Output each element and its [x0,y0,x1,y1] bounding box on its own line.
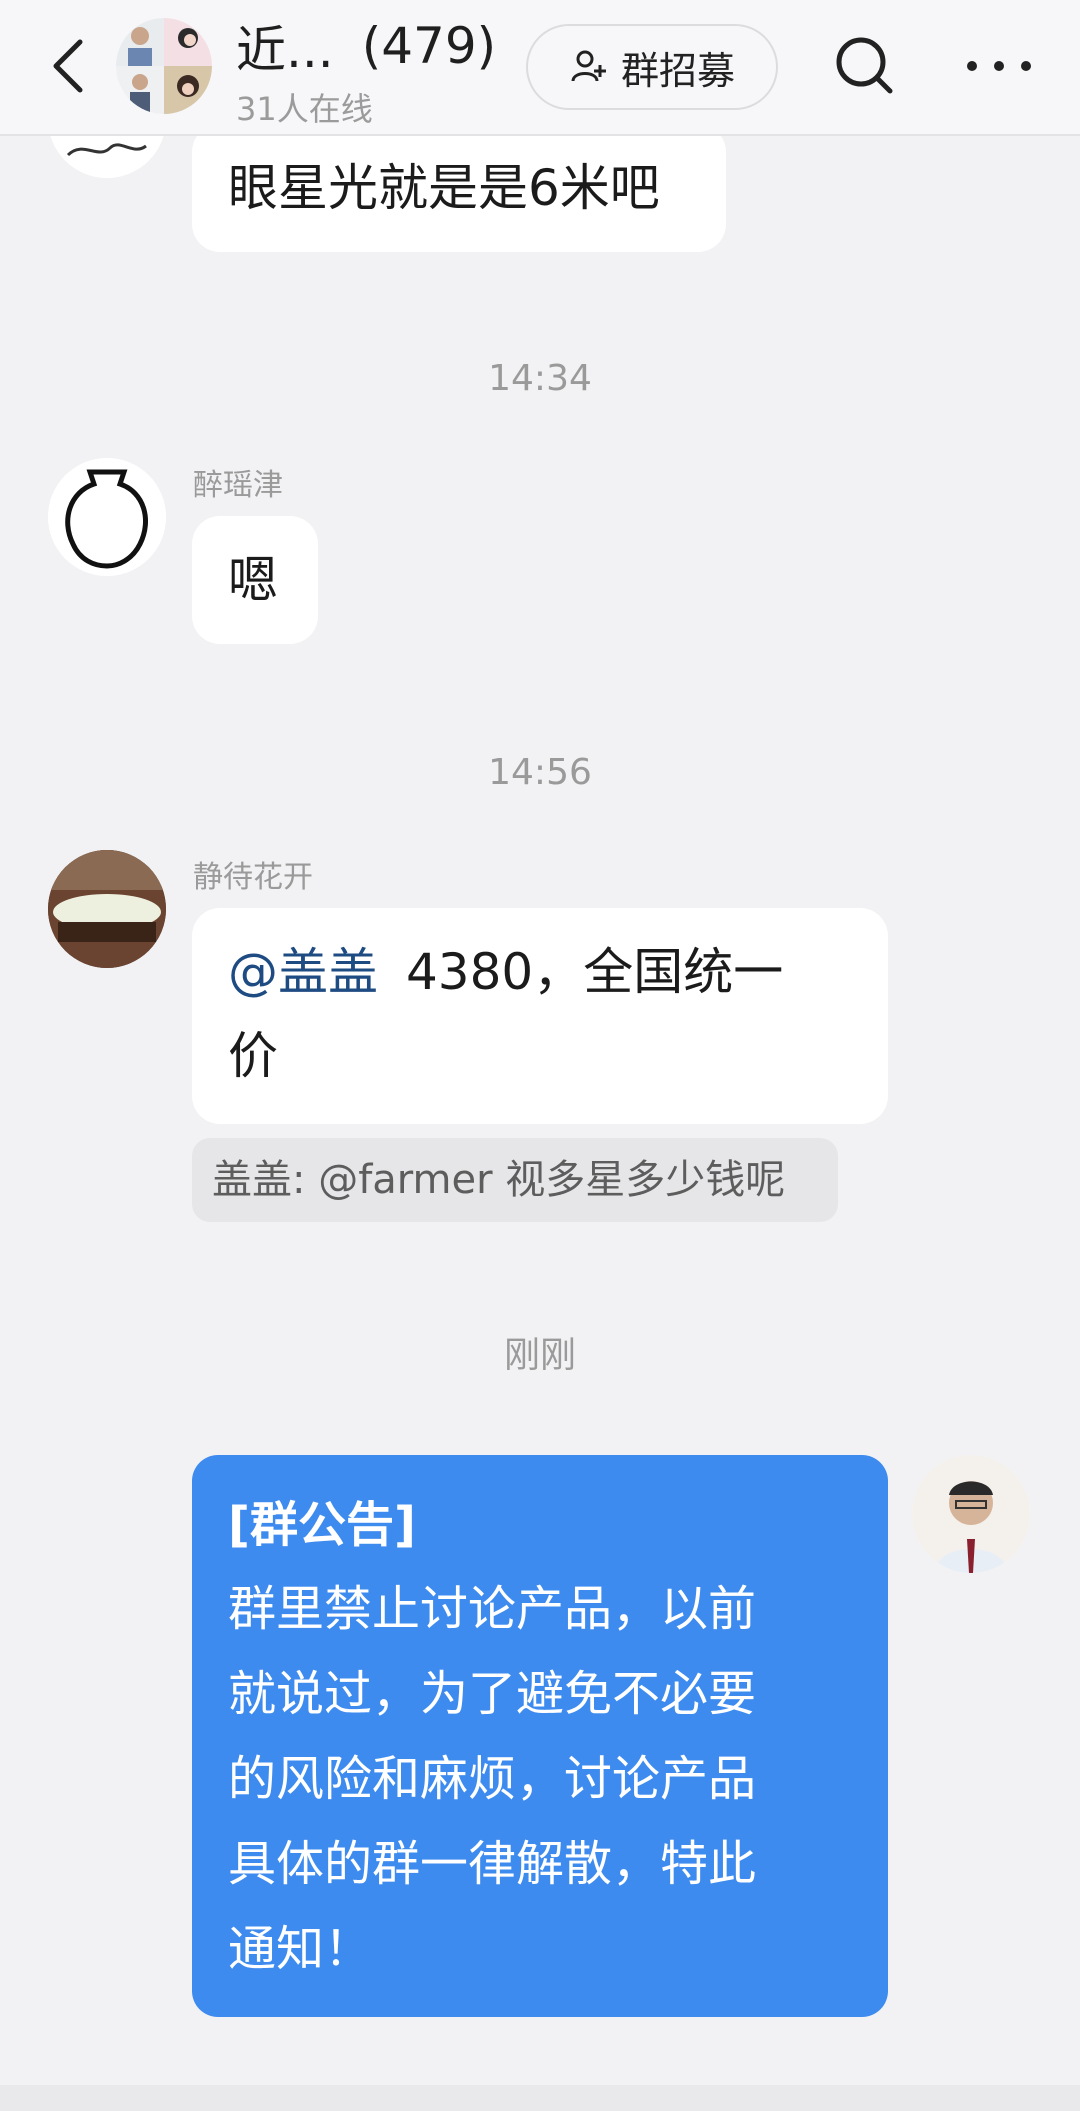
announcement-bubble[interactable]: [群公告] 群里禁止讨论产品，以前 就说过，为了避免不必要 的风险和麻烦，讨论产… [192,1455,888,2017]
avatar-tile-man [116,18,164,66]
message-text: 眼星光就是是6米吧 [228,159,660,217]
message-bubble[interactable]: 嗯 [192,516,318,644]
quoted-reply[interactable]: 盖盖: @farmer 视多星多少钱呢 [192,1138,838,1222]
group-recruit-button[interactable]: 群招募 [526,24,778,110]
search-icon [836,37,893,94]
sender-avatar[interactable] [48,458,166,576]
online-status: 31人在线 [236,90,373,128]
message-text: 嗯 [228,551,278,609]
group-avatar[interactable] [116,18,212,114]
avatar-tile-girl [164,18,212,66]
quoted-text: 盖盖: @farmer 视多星多少钱呢 [212,1157,786,1203]
timestamp: 14:34 [488,358,592,399]
chat-header: 近... (479) 31人在线 群招募 [0,0,1080,136]
message-bubble[interactable]: @盖盖 4380，全国统一 价 [192,908,888,1124]
back-button[interactable] [40,30,100,102]
person-avatar-icon [912,1455,1030,1573]
dish-avatar-icon [48,850,166,968]
message-line: 价 [228,1027,278,1085]
announcement-line: 具体的群一律解散，特此 [228,1836,757,1892]
group-recruit-label: 群招募 [620,48,735,93]
group-title[interactable]: 近... (479) [236,16,497,79]
vase-avatar-icon [48,458,166,576]
sender-avatar[interactable] [48,850,166,968]
more-horizontal-icon [967,61,1031,71]
add-person-icon [571,50,606,82]
my-avatar[interactable] [912,1455,1030,1573]
search-button[interactable] [830,30,900,102]
avatar-tile-man-2 [116,66,164,114]
announcement-line: 群里禁止讨论产品，以前 [228,1581,757,1637]
more-options-button[interactable] [962,30,1036,102]
timestamp: 刚刚 [503,1335,576,1376]
sender-name: 醉瑶津 [193,468,283,503]
avatar-tile-woman [164,66,212,114]
sender-name: 静待花开 [193,860,313,895]
member-count: (479) [361,17,497,75]
announcement-line: 通知！ [228,1921,373,1977]
message-text: 4380，全国统一 [406,943,784,1001]
message-bubble[interactable]: 眼星光就是是6米吧 [192,124,726,252]
timestamp: 14:56 [488,752,592,793]
input-area-edge [0,2085,1080,2111]
group-name: 近... [236,21,334,79]
announcement-title: [群公告] [228,1497,416,1553]
announcement-line: 的风险和麻烦，讨论产品 [228,1751,757,1807]
message-line: @盖盖 4380，全国统一 [228,930,852,1014]
chevron-left-icon [53,39,83,93]
announcement-line: 就说过，为了避免不必要 [228,1666,757,1722]
mention-link[interactable]: @盖盖 [228,943,378,1001]
